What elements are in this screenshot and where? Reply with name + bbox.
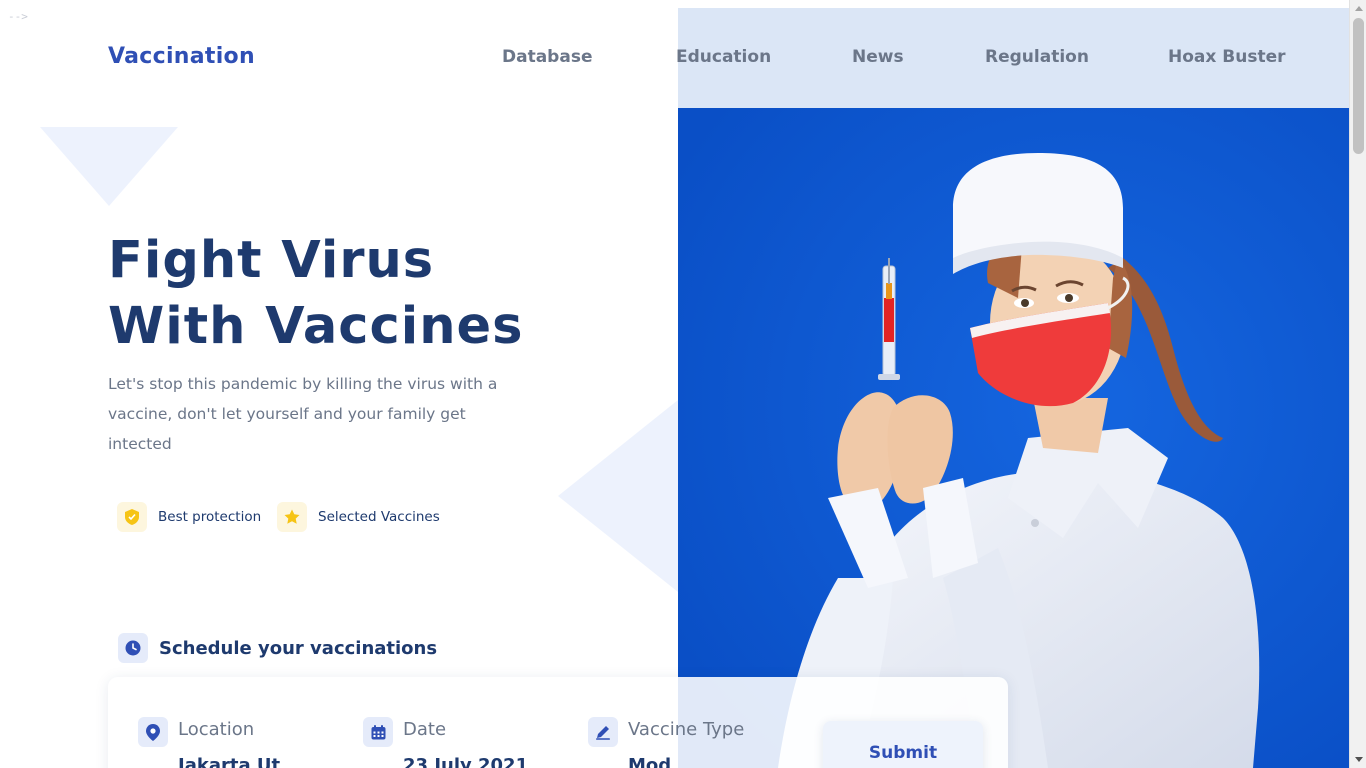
vaccine-type-field[interactable]: Vaccine Type Mod — [588, 717, 744, 768]
scroll-thumb[interactable] — [1353, 18, 1364, 154]
main-nav: Database Education News Regulation Hoax … — [0, 47, 1349, 71]
nav-regulation[interactable]: Regulation — [985, 47, 1089, 67]
hero-subtitle: Let's stop this pandemic by killing the … — [108, 375, 498, 453]
field-label: Location — [178, 718, 255, 740]
feature-best-protection: Best protection — [117, 502, 261, 532]
field-value[interactable]: Jakarta Ut — [178, 755, 280, 768]
decorative-triangle — [558, 400, 678, 592]
schedule-form: Location Jakarta Ut Date 23 July 2021 Va… — [108, 677, 1008, 768]
nav-news[interactable]: News — [852, 47, 904, 67]
decorative-triangle — [40, 127, 178, 206]
scroll-down-arrow-icon[interactable] — [1350, 751, 1366, 768]
nav-hoax-buster[interactable]: Hoax Buster — [1168, 47, 1285, 67]
nurse-illustration — [678, 108, 1349, 768]
location-field[interactable]: Location Jakarta Ut — [138, 717, 280, 768]
feature-label: Best protection — [158, 509, 262, 525]
schedule-title: Schedule your vaccinations — [159, 637, 438, 659]
star-icon — [277, 502, 307, 532]
scroll-up-arrow-icon[interactable] — [1350, 0, 1366, 17]
feature-selected-vaccines: Selected Vaccines — [277, 502, 440, 532]
location-pin-icon — [138, 717, 168, 747]
date-field[interactable]: Date 23 July 2021 — [363, 717, 528, 768]
field-label: Date — [403, 718, 447, 740]
field-label: Vaccine Type — [628, 718, 745, 740]
syringe-pen-icon — [588, 717, 618, 747]
hero-title-line: Fight Virus — [108, 231, 435, 290]
shield-icon — [117, 502, 147, 532]
clock-icon — [118, 633, 148, 663]
feature-label: Selected Vaccines — [318, 509, 440, 525]
nav-education[interactable]: Education — [676, 47, 771, 67]
schedule-heading: Schedule your vaccinations — [118, 632, 437, 664]
hero-image-panel — [678, 8, 1349, 768]
submit-button[interactable]: Submit — [823, 721, 983, 768]
stray-text: --> — [8, 10, 28, 23]
hero-photo — [678, 108, 1349, 768]
field-value[interactable]: Mod — [628, 755, 744, 768]
hero-title-line: With Vaccines — [108, 297, 524, 356]
field-value[interactable]: 23 July 2021 — [403, 755, 528, 768]
calendar-icon — [363, 717, 393, 747]
page-scrollbar[interactable] — [1349, 0, 1366, 768]
nav-database[interactable]: Database — [502, 47, 592, 67]
hero-title: Fight Virus With Vaccines — [108, 228, 568, 360]
